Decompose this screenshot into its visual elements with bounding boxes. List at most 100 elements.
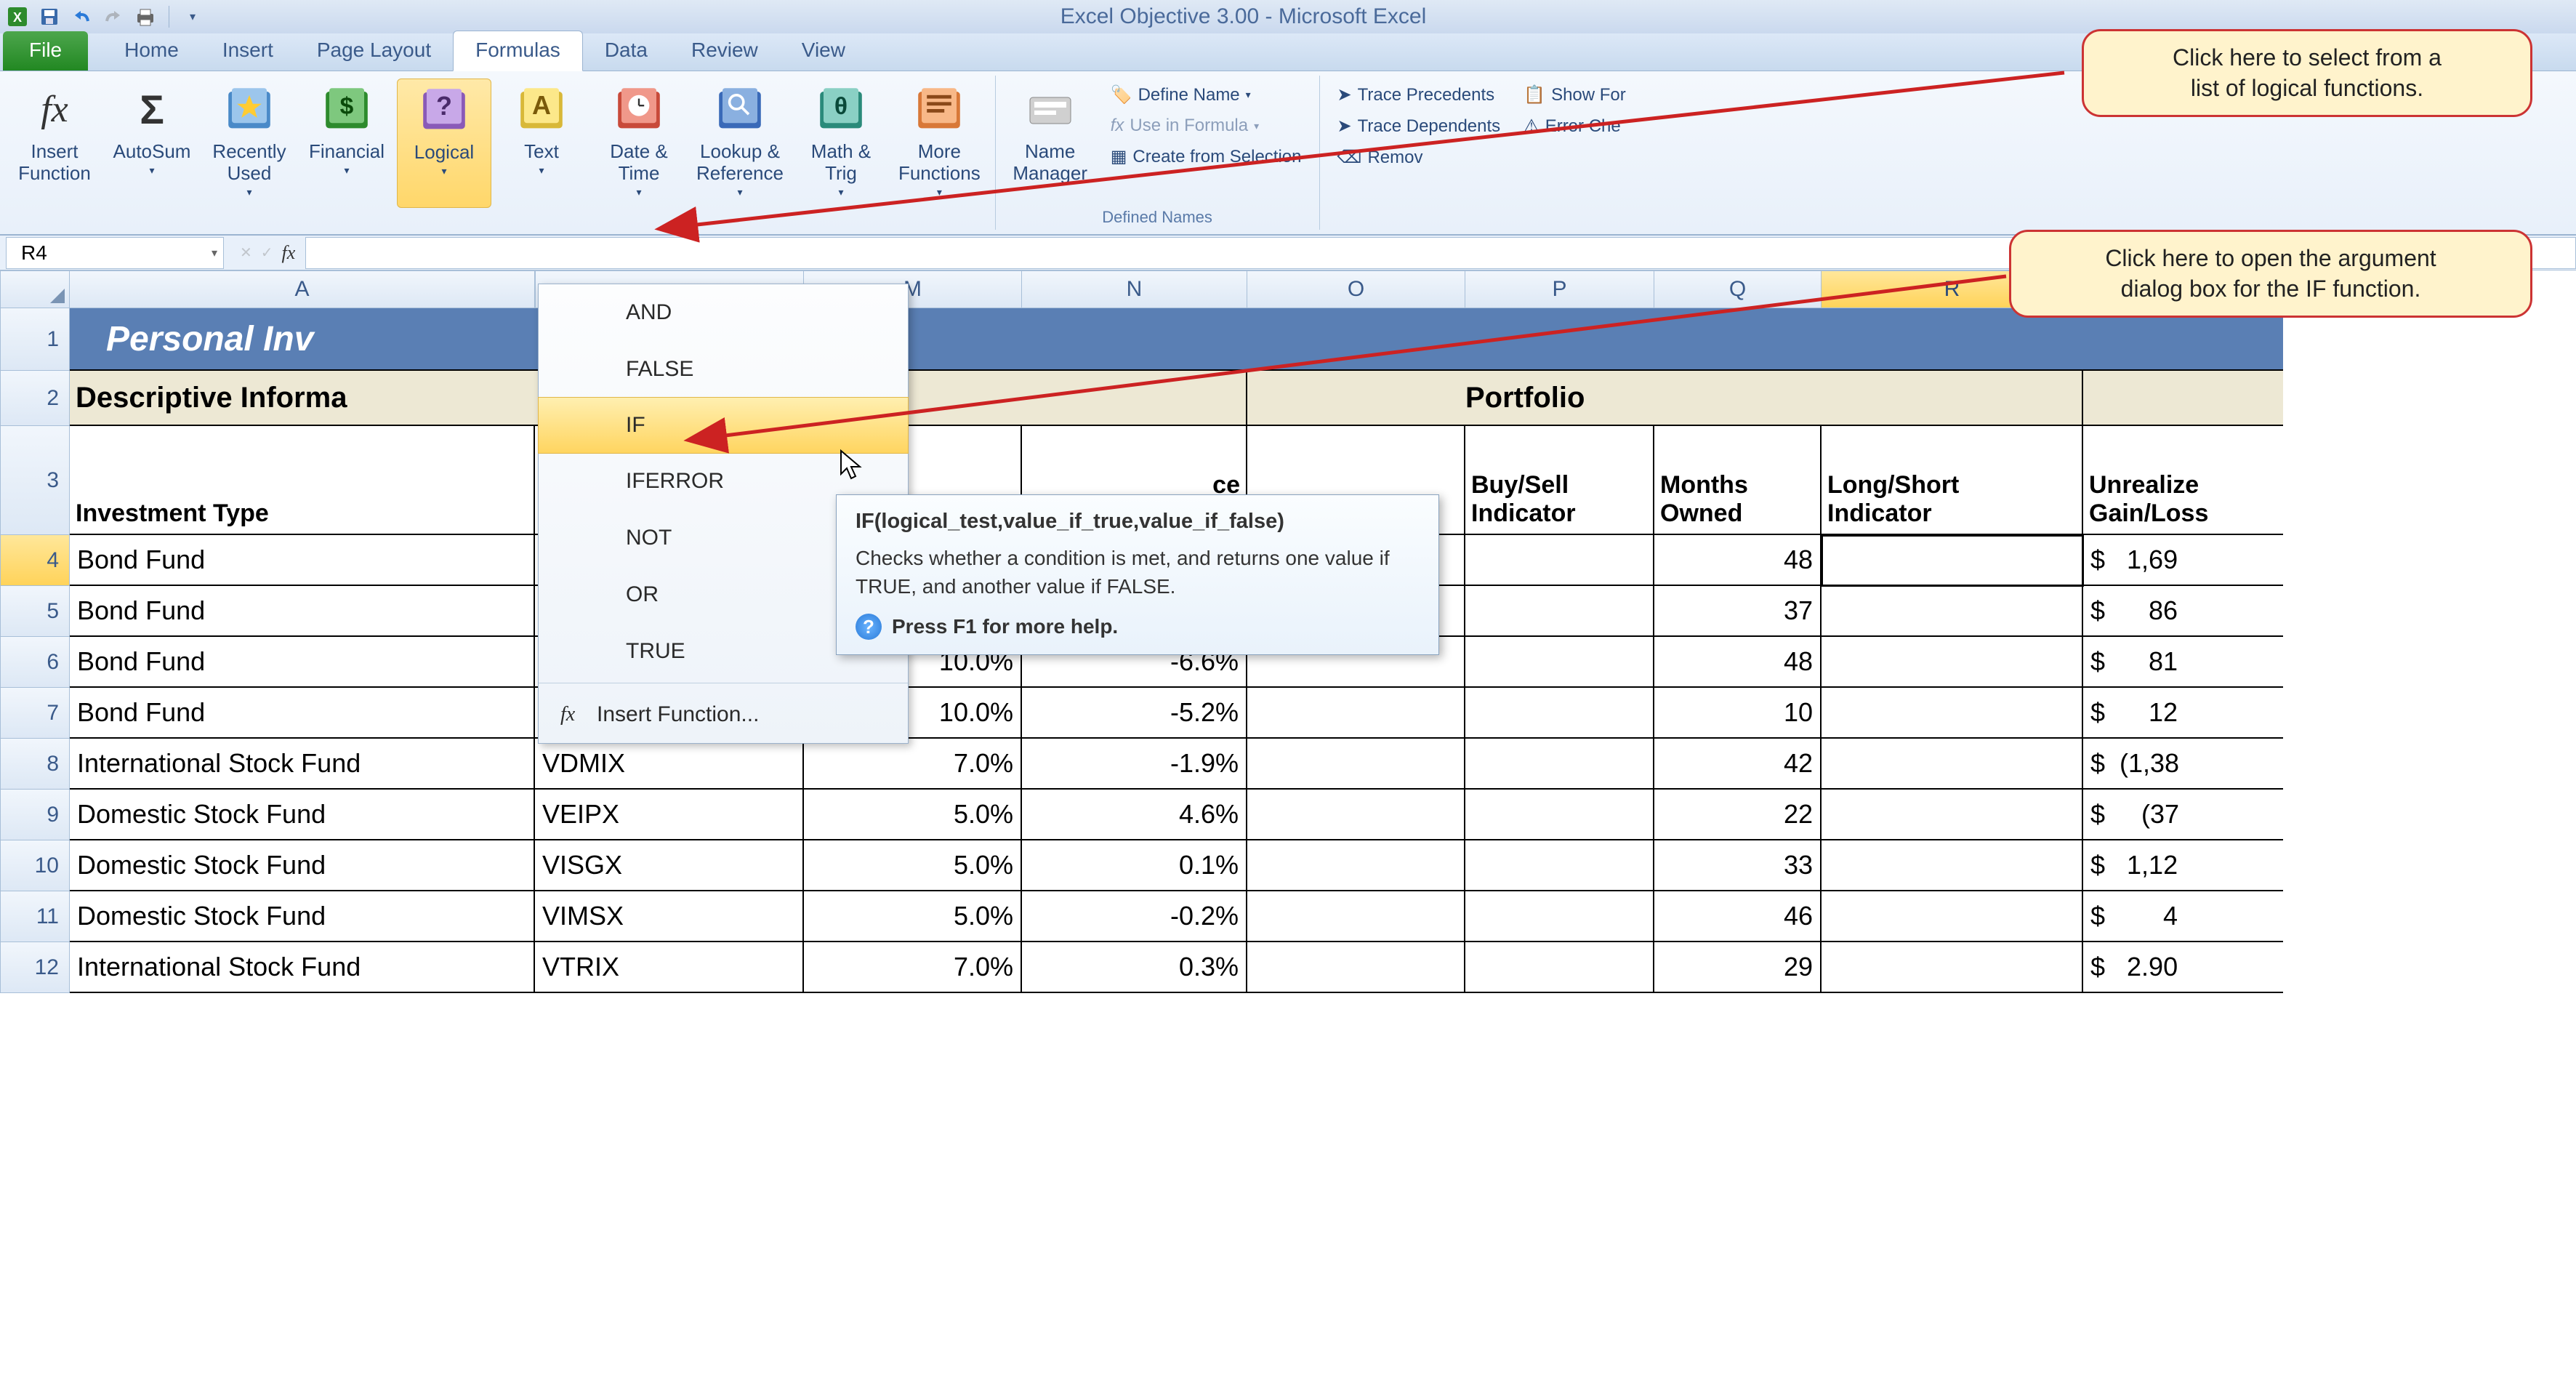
cancel-icon[interactable]: ✕ xyxy=(240,244,252,262)
use-in-formula-button[interactable]: fxUse in Formula ▾ xyxy=(1106,113,1306,139)
row-header-1[interactable]: 1 xyxy=(0,308,70,371)
autosum-button[interactable]: Σ AutoSum ▾ xyxy=(105,79,199,208)
cell[interactable]: Domestic Stock Fund xyxy=(70,790,535,840)
dropdown-insert-function[interactable]: fxInsert Function... xyxy=(539,686,908,743)
row-header-12[interactable]: 12 xyxy=(0,942,70,993)
cell[interactable] xyxy=(1247,891,1465,942)
cell[interactable]: International Stock Fund xyxy=(70,739,535,790)
cell[interactable]: Bond Fund xyxy=(70,586,535,637)
cell[interactable] xyxy=(1247,739,1465,790)
cell[interactable]: $ 86 xyxy=(2083,586,2283,637)
cell[interactable] xyxy=(1465,891,1654,942)
name-manager-button[interactable]: Name Manager xyxy=(1003,79,1098,208)
cell[interactable]: -0.2% xyxy=(1022,891,1247,942)
print-icon[interactable] xyxy=(132,4,158,30)
cell[interactable]: 5.0% xyxy=(804,790,1022,840)
trace-precedents-button[interactable]: ➤Trace Precedents xyxy=(1333,81,1505,108)
excel-app-icon[interactable]: X xyxy=(4,4,31,30)
cell[interactable]: International Stock Fund xyxy=(70,942,535,993)
row-header-10[interactable]: 10 xyxy=(0,840,70,891)
cell[interactable]: $ 1,12 xyxy=(2083,840,2283,891)
redo-icon[interactable] xyxy=(100,4,126,30)
row-header-8[interactable]: 8 xyxy=(0,739,70,790)
cell[interactable]: Domestic Stock Fund xyxy=(70,891,535,942)
cell[interactable]: Bond Fund xyxy=(70,535,535,586)
trace-dependents-button[interactable]: ➤Trace Dependents xyxy=(1333,113,1505,140)
tab-page-layout[interactable]: Page Layout xyxy=(295,31,453,71)
cell[interactable]: VTRIX xyxy=(535,942,804,993)
cell[interactable]: 48 xyxy=(1654,637,1822,688)
cell[interactable]: 33 xyxy=(1654,840,1822,891)
qat-customize-icon[interactable]: ▾ xyxy=(180,4,206,30)
define-name-button[interactable]: 🏷️Define Name ▾ xyxy=(1106,81,1306,108)
tab-home[interactable]: Home xyxy=(102,31,201,71)
tab-view[interactable]: View xyxy=(780,31,867,71)
show-formulas-button[interactable]: 📋Show For xyxy=(1519,81,1630,108)
cell[interactable]: 10 xyxy=(1654,688,1822,739)
cell[interactable] xyxy=(1465,586,1654,637)
col-header-Q[interactable]: Q xyxy=(1654,270,1822,308)
cell[interactable] xyxy=(1465,942,1654,993)
cell[interactable]: VEIPX xyxy=(535,790,804,840)
cell[interactable] xyxy=(1247,688,1465,739)
row-header-11[interactable]: 11 xyxy=(0,891,70,942)
cell[interactable]: 46 xyxy=(1654,891,1822,942)
cell[interactable]: 42 xyxy=(1654,739,1822,790)
row-header-4[interactable]: 4 xyxy=(0,535,70,586)
name-box[interactable]: R4 ▾ xyxy=(6,237,224,269)
tab-file[interactable]: File xyxy=(3,31,88,71)
cell[interactable]: VISGX xyxy=(535,840,804,891)
select-all-corner[interactable] xyxy=(0,270,70,308)
cell[interactable] xyxy=(1822,739,2083,790)
cell[interactable] xyxy=(1822,586,2083,637)
cell[interactable]: $ 81 xyxy=(2083,637,2283,688)
cell[interactable]: 5.0% xyxy=(804,891,1022,942)
cell[interactable] xyxy=(1247,942,1465,993)
date-time-button[interactable]: Date & Time ▾ xyxy=(592,79,686,208)
cell[interactable]: $ 12 xyxy=(2083,688,2283,739)
cell[interactable]: 7.0% xyxy=(804,942,1022,993)
create-from-selection-button[interactable]: ▦Create from Selection xyxy=(1106,143,1306,170)
cell[interactable] xyxy=(1247,790,1465,840)
cell[interactable] xyxy=(1822,790,2083,840)
cell[interactable]: Bond Fund xyxy=(70,637,535,688)
row-header-5[interactable]: 5 xyxy=(0,586,70,637)
cell[interactable]: $ 1,69 xyxy=(2083,535,2283,586)
cell[interactable]: 22 xyxy=(1654,790,1822,840)
fx-icon[interactable]: fx xyxy=(282,242,296,264)
dropdown-item-if[interactable]: IF xyxy=(538,397,909,454)
cell[interactable] xyxy=(1465,790,1654,840)
insert-function-button[interactable]: fx Insert Function xyxy=(7,79,102,208)
cell[interactable]: 29 xyxy=(1654,942,1822,993)
cell[interactable] xyxy=(1822,942,2083,993)
tab-insert[interactable]: Insert xyxy=(201,31,295,71)
row-header-9[interactable]: 9 xyxy=(0,790,70,840)
cell[interactable] xyxy=(1247,840,1465,891)
cell[interactable]: 0.1% xyxy=(1022,840,1247,891)
cell[interactable]: Bond Fund xyxy=(70,688,535,739)
cell[interactable]: -5.2% xyxy=(1022,688,1247,739)
cell[interactable]: $ 4 xyxy=(2083,891,2283,942)
recently-used-button[interactable]: Recently Used ▾ xyxy=(202,79,297,208)
financial-button[interactable]: $ Financial ▾ xyxy=(299,79,394,208)
math-trig-button[interactable]: θ Math & Trig ▾ xyxy=(794,79,888,208)
row-header-3[interactable]: 3 xyxy=(0,426,70,535)
cell[interactable]: 5.0% xyxy=(804,840,1022,891)
chevron-down-icon[interactable]: ▾ xyxy=(212,246,217,260)
col-header-P[interactable]: P xyxy=(1465,270,1654,308)
row-header-7[interactable]: 7 xyxy=(0,688,70,739)
row-header-2[interactable]: 2 xyxy=(0,371,70,426)
lookup-reference-button[interactable]: Lookup & Reference ▾ xyxy=(689,79,791,208)
cell[interactable]: 0.3% xyxy=(1022,942,1247,993)
remove-arrows-button[interactable]: ⌫Remov xyxy=(1333,144,1505,171)
tab-data[interactable]: Data xyxy=(583,31,669,71)
tab-formulas[interactable]: Formulas xyxy=(453,31,583,71)
save-icon[interactable] xyxy=(36,4,63,30)
cell[interactable]: -1.9% xyxy=(1022,739,1247,790)
cell[interactable] xyxy=(1822,535,2083,586)
cell[interactable] xyxy=(1465,739,1654,790)
cell[interactable] xyxy=(1822,688,2083,739)
cell[interactable]: $ (1,38 xyxy=(2083,739,2283,790)
logical-button[interactable]: ? Logical ▾ xyxy=(397,79,491,208)
cell[interactable] xyxy=(1822,891,2083,942)
